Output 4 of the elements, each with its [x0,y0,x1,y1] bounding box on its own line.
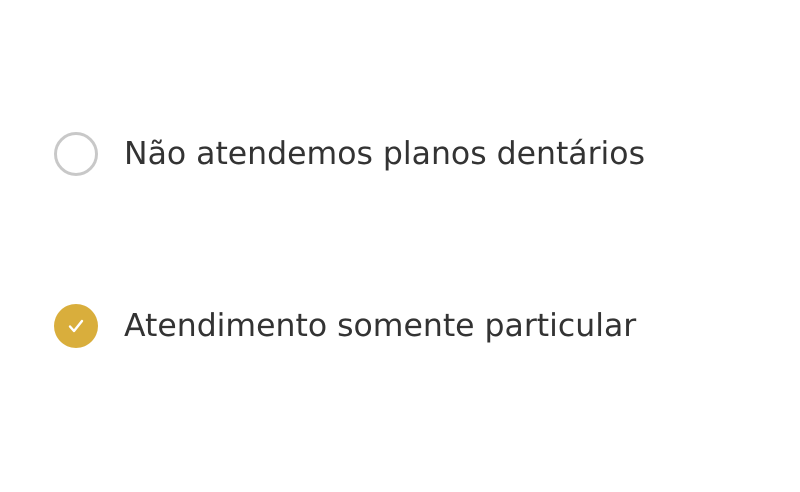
radio-button[interactable] [54,304,98,348]
option-label: Atendimento somente particular [124,308,636,344]
radio-button[interactable] [54,132,98,176]
option-label: Não atendemos planos dentários [124,136,645,172]
